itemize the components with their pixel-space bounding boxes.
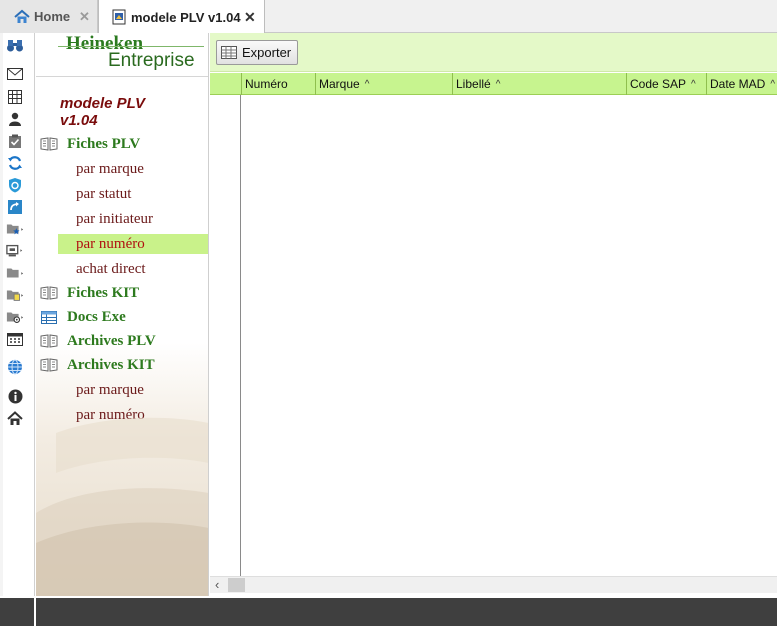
chevron-left-icon[interactable]: ‹ (215, 577, 219, 593)
book-icon (40, 334, 58, 348)
horizontal-scrollbar[interactable]: ‹ (210, 576, 777, 593)
nav-section-label: Fiches PLV (67, 135, 141, 152)
document-icon (111, 9, 127, 25)
home-icon (14, 9, 30, 25)
table-icon (40, 310, 58, 324)
spreadsheet-icon (221, 46, 237, 60)
tab-home-label: Home (34, 9, 71, 24)
status-bar (0, 596, 777, 628)
home-icon[interactable] (6, 410, 24, 426)
globe-icon[interactable] (6, 359, 24, 375)
sort-icon[interactable]: ^ (365, 79, 370, 90)
device-icon[interactable] (6, 243, 24, 259)
book-icon (40, 137, 58, 151)
sync-icon[interactable] (6, 155, 24, 171)
nav-section-fiches-plv[interactable]: Fiches PLV (40, 134, 140, 154)
book-icon (40, 286, 58, 300)
sort-icon[interactable]: ^ (691, 79, 696, 90)
calendar-icon[interactable] (6, 331, 24, 347)
nav-section-archives-kit[interactable]: Archives KIT (40, 355, 155, 375)
status-divider (34, 598, 36, 628)
nav-item-par-numero[interactable]: par numéro (58, 234, 208, 254)
column-header-libelle[interactable]: Libellé ^ (452, 73, 626, 95)
info-icon[interactable] (6, 388, 24, 404)
logo-rule (58, 46, 204, 47)
export-button-label: Exporter (242, 45, 292, 60)
nav-section-archives-plv[interactable]: Archives PLV (40, 331, 156, 351)
brand-logo: Heineken Entreprise (36, 33, 208, 77)
mail-icon[interactable] (6, 66, 24, 82)
nav-section-label: Archives KIT (67, 356, 155, 373)
strip-edge (0, 33, 3, 596)
navigation-panel: Heineken Entreprise modele PLV v1.04 Fic… (36, 33, 209, 596)
column-header-date-mad[interactable]: Date MAD ^ (706, 73, 777, 95)
close-icon[interactable]: ✕ (244, 9, 256, 26)
shared-folder-icon[interactable] (6, 199, 24, 215)
user-icon[interactable] (6, 111, 24, 127)
shield-refresh-icon[interactable] (6, 177, 24, 193)
binoculars-icon[interactable] (6, 38, 24, 54)
nav-section-fiches-kit[interactable]: Fiches KIT (40, 283, 139, 303)
clipboard-check-icon[interactable] (6, 133, 24, 149)
grid-body[interactable] (210, 95, 777, 576)
scrollbar-thumb[interactable] (228, 578, 245, 592)
tab-bar: Home ✕ modele PLV v1.04 ✕ (0, 0, 777, 34)
column-header-marque[interactable]: Marque ^ (315, 73, 452, 95)
row-gutter (210, 95, 241, 576)
module-title: modele PLV v1.04 (60, 95, 146, 129)
export-button[interactable]: Exporter (216, 40, 298, 65)
sort-icon[interactable]: ^ (770, 79, 775, 90)
favorites-folder-icon[interactable] (6, 221, 24, 237)
toolbar: Exporter (210, 33, 777, 72)
tab-home[interactable]: Home ✕ (0, 0, 98, 33)
column-header-numero[interactable]: Numéro (241, 73, 315, 95)
nav-item-par-marque[interactable]: par marque (58, 159, 208, 179)
nav-section-docs-exe[interactable]: Docs Exe (40, 307, 126, 327)
close-icon[interactable]: ✕ (79, 9, 90, 25)
nav-item-achat-direct[interactable]: achat direct (58, 259, 208, 279)
folder-note-icon[interactable] (6, 287, 24, 303)
nav-section-label: Archives PLV (67, 332, 156, 349)
books-watermark (36, 417, 208, 596)
tab-modele-plv[interactable]: modele PLV v1.04 ✕ (98, 0, 265, 34)
app-icon-strip (0, 33, 35, 596)
tab-modele-plv-label: modele PLV v1.04 (131, 9, 241, 25)
folder-icon[interactable] (6, 265, 24, 281)
nav-section-label: Fiches KIT (67, 284, 140, 301)
table-icon[interactable] (6, 89, 24, 105)
column-header-code-sap[interactable]: Code SAP ^ (626, 73, 706, 95)
book-icon (40, 358, 58, 372)
row-number-header (210, 73, 241, 95)
sort-icon[interactable]: ^ (496, 79, 501, 90)
folder-settings-icon[interactable] (6, 309, 24, 325)
nav-item-par-statut[interactable]: par statut (58, 184, 208, 204)
nav-section-label: Docs Exe (67, 308, 126, 325)
nav-item-par-initiateur[interactable]: par initiateur (58, 209, 208, 229)
grid-header: Numéro Marque ^ Libellé ^ Code SAP ^ Date M… (210, 73, 777, 95)
logo-line2: Entreprise (108, 50, 195, 71)
